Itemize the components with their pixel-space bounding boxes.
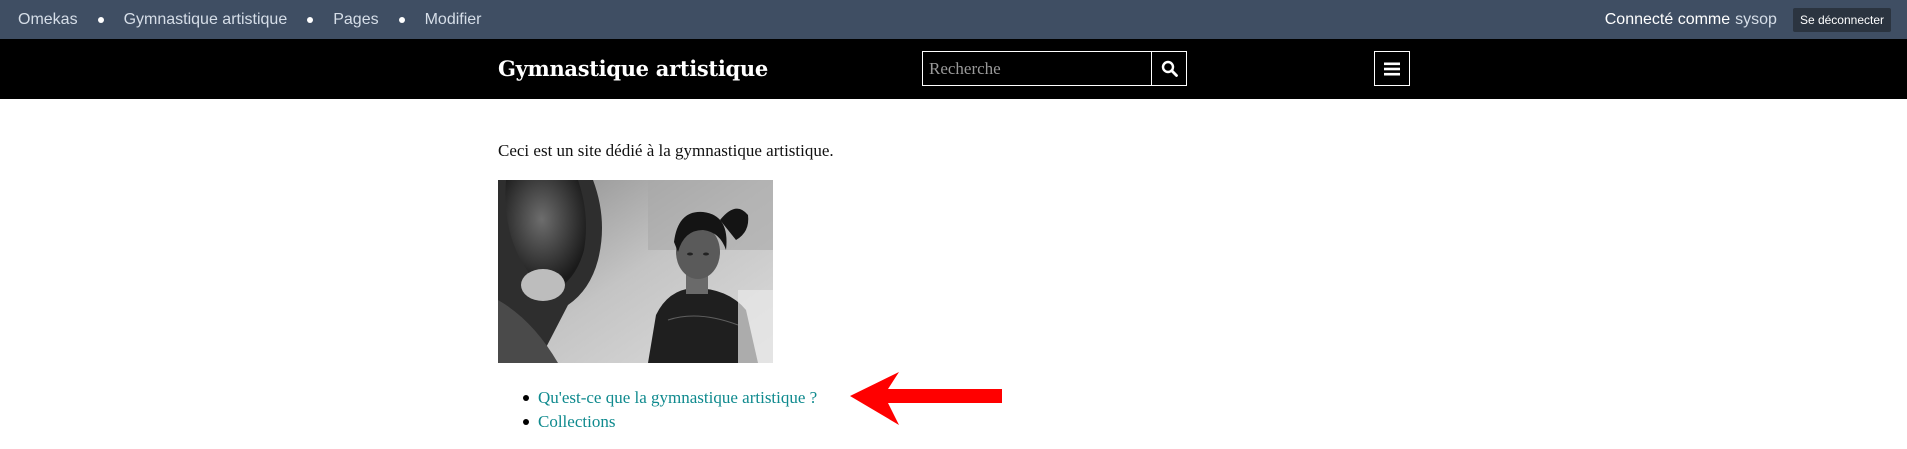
logout-button[interactable]: Se déconnecter xyxy=(1792,7,1891,32)
menu-icon xyxy=(1384,62,1400,75)
breadcrumb-separator xyxy=(97,16,104,23)
intro-text: Ceci est un site dédié à la gymnastique … xyxy=(498,141,834,160)
list-item: Qu'est-ce que la gymnastique artistique … xyxy=(498,386,817,410)
search-icon xyxy=(1161,60,1178,77)
username-link[interactable]: sysop xyxy=(1735,11,1777,29)
breadcrumb-pages[interactable]: Pages xyxy=(333,11,378,29)
site-title[interactable]: Gymnastique artistique xyxy=(498,39,768,99)
red-arrow-annotation xyxy=(850,372,1002,425)
site-header: Gymnastique artistique xyxy=(0,39,1907,99)
breadcrumb-separator xyxy=(307,16,314,23)
gymnast-photo xyxy=(498,180,773,363)
breadcrumb-modifier[interactable]: Modifier xyxy=(425,11,482,29)
admin-bar: Omekas Gymnastique artistique Pages Modi… xyxy=(0,0,1907,39)
breadcrumb-site[interactable]: Gymnastique artistique xyxy=(124,11,288,29)
list-item: Collections xyxy=(498,410,817,434)
link-collections[interactable]: Collections xyxy=(538,412,615,431)
search-button[interactable] xyxy=(1151,51,1187,86)
user-info: Connecté comme sysop Se déconnecter xyxy=(1605,0,1891,39)
search-input[interactable] xyxy=(922,51,1151,86)
breadcrumb-separator xyxy=(398,16,405,23)
page-links: Qu'est-ce que la gymnastique artistique … xyxy=(498,386,817,434)
menu-button[interactable] xyxy=(1374,51,1410,86)
breadcrumb-omekas[interactable]: Omekas xyxy=(18,11,78,29)
search-form xyxy=(922,51,1187,86)
breadcrumb: Omekas Gymnastique artistique Pages Modi… xyxy=(18,0,482,39)
connected-label: Connecté comme xyxy=(1604,10,1731,28)
link-what-is-gymnastics[interactable]: Qu'est-ce que la gymnastique artistique … xyxy=(538,388,817,407)
